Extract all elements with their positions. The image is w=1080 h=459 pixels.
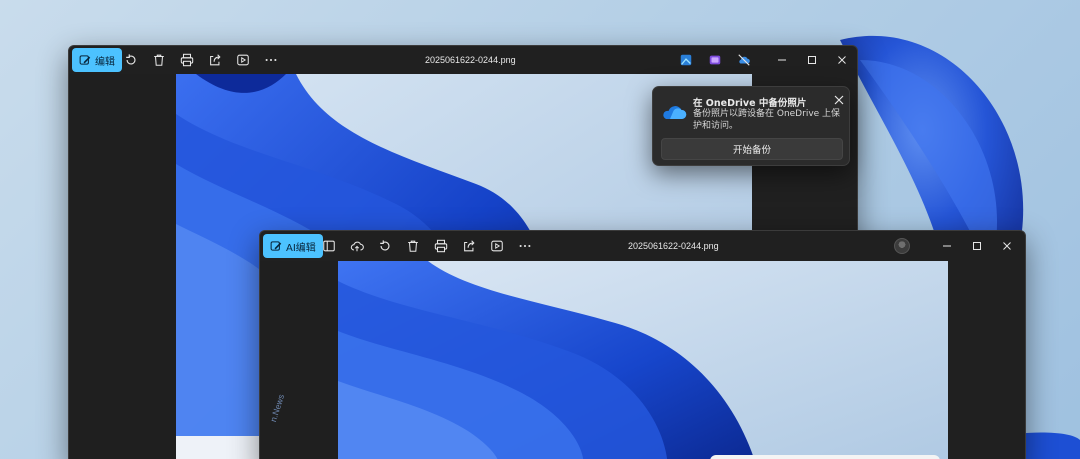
edit-icon (79, 55, 91, 65)
print-icon (180, 53, 194, 67)
delete-button[interactable] (145, 47, 173, 73)
back-file-name: 2025061622-0244.png (425, 55, 516, 65)
share-icon (464, 240, 475, 252)
edit-button[interactable]: 编辑 (72, 48, 122, 72)
front-titlebar: AI编辑 2025061622-0244.png (260, 231, 1025, 261)
front-left-panel (260, 261, 338, 459)
front-photo-canvas (338, 261, 948, 459)
slideshow-button[interactable] (229, 47, 257, 73)
slideshow-button[interactable] (483, 233, 511, 259)
minimize-button[interactable] (932, 234, 962, 258)
ai-edit-icon (270, 241, 282, 251)
toast-body: 备份照片以跨设备在 OneDrive 上保护和访问。 (693, 109, 841, 131)
photos-window-front: AI编辑 2025061622-0244.png (259, 230, 1026, 459)
close-icon (838, 56, 846, 64)
edit-button-label: 编辑 (95, 56, 115, 68)
maximize-button[interactable] (962, 234, 992, 258)
onedrive-backup-toast: 在 OneDrive 中备份照片 备份照片以跨设备在 OneDrive 上保护和… (652, 86, 850, 166)
toast-title: 在 OneDrive 中备份照片 (693, 98, 807, 109)
close-button[interactable] (827, 48, 857, 72)
share-button[interactable] (201, 47, 229, 73)
delete-icon (154, 54, 164, 66)
more-button[interactable] (511, 233, 539, 259)
ai-edit-button-label: AI编辑 (286, 242, 316, 254)
maximize-icon (973, 242, 981, 250)
print-icon (434, 239, 448, 253)
slideshow-icon (237, 54, 249, 66)
share-button[interactable] (455, 233, 483, 259)
cloud-upload-button[interactable] (343, 233, 371, 259)
image-app-icon[interactable] (679, 53, 693, 67)
share-icon (210, 54, 221, 66)
more-icon (265, 58, 277, 62)
onedrive-cloud-icon (663, 106, 687, 119)
account-avatar[interactable] (894, 238, 910, 254)
print-button[interactable] (173, 47, 201, 73)
close-icon (1003, 242, 1011, 250)
more-button[interactable] (257, 47, 285, 73)
minimize-icon (943, 245, 951, 247)
minimize-icon (778, 59, 786, 61)
delete-button[interactable] (399, 233, 427, 259)
front-window-controls (932, 234, 1022, 258)
filmstrip-button[interactable] (315, 233, 343, 259)
filmstrip-icon (323, 240, 335, 252)
rotate-icon (380, 240, 390, 251)
delete-icon (408, 240, 418, 252)
maximize-icon (808, 56, 816, 64)
maximize-button[interactable] (797, 48, 827, 72)
back-left-panel (69, 74, 176, 459)
toast-close-icon[interactable] (833, 94, 845, 106)
minimize-button[interactable] (767, 48, 797, 72)
back-titlebar: 编辑 2025061622-0244.png (69, 46, 857, 74)
dialog-edge (710, 455, 940, 459)
clipchamp-icon[interactable] (708, 53, 722, 67)
onedrive-off-icon[interactable] (737, 53, 751, 67)
rotate-button[interactable] (117, 47, 145, 73)
back-window-controls (767, 48, 857, 72)
close-button[interactable] (992, 234, 1022, 258)
start-backup-button[interactable]: 开始备份 (661, 138, 843, 160)
ai-edit-button[interactable]: AI编辑 (263, 234, 323, 258)
front-file-name: 2025061622-0244.png (628, 241, 719, 251)
print-button[interactable] (427, 233, 455, 259)
slideshow-icon (491, 240, 503, 252)
more-icon (519, 244, 531, 248)
rotate-icon (126, 54, 136, 65)
rotate-button[interactable] (371, 233, 399, 259)
cloud-upload-icon (350, 241, 364, 252)
